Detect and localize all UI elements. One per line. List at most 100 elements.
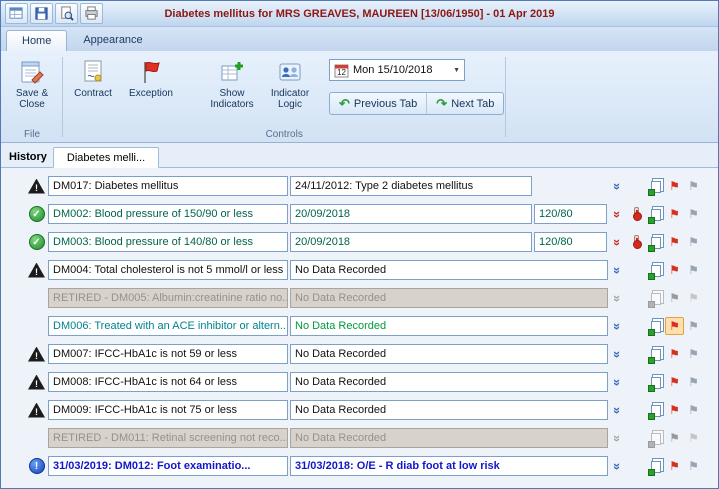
flag-gray-icon[interactable]: ⚑	[688, 432, 699, 445]
show-indicators-button[interactable]: Show Indicators	[204, 55, 260, 121]
template-button[interactable]	[5, 3, 28, 24]
flag-gray-icon[interactable]: ⚑	[688, 208, 699, 221]
indicator-result-cell[interactable]: No Data Recorded	[290, 372, 608, 392]
file-group: Save & Close File	[3, 52, 61, 142]
achieved-icon: ✓	[29, 234, 45, 250]
flag-icon[interactable]: ⚑	[669, 432, 680, 445]
expand-icon[interactable]: »	[611, 350, 624, 357]
indicator-row: RETIRED - DM011: Retinal screening not r…	[1, 428, 718, 448]
expand-icon[interactable]: »	[611, 406, 624, 413]
expand-icon[interactable]: »	[611, 322, 624, 329]
flag-gray-icon[interactable]: ⚑	[688, 404, 699, 417]
flag-icon[interactable]: ⚑	[669, 320, 680, 333]
tab-appearance[interactable]: Appearance	[67, 29, 158, 51]
indicator-row: ✓ DM003: Blood pressure of 140/80 or les…	[1, 232, 718, 252]
expand-icon[interactable]: »	[611, 378, 624, 385]
expand-icon[interactable]: »	[611, 238, 624, 245]
indicator-result-cell[interactable]: No Data Recorded	[290, 260, 608, 280]
expand-icon[interactable]: »	[611, 294, 624, 301]
flag-icon[interactable]: ⚑	[669, 404, 680, 417]
flag-icon[interactable]: ⚑	[669, 208, 680, 221]
indicator-name-cell[interactable]: 31/03/2019: DM012: Foot examinatio...	[48, 456, 288, 476]
indicator-name-cell[interactable]: RETIRED - DM005: Albumin:creatinine rati…	[48, 288, 288, 308]
flag-icon[interactable]: ⚑	[669, 348, 680, 361]
flag-icon[interactable]: ⚑	[669, 460, 680, 473]
flag-gray-icon[interactable]: ⚑	[688, 460, 699, 473]
copy-icon[interactable]	[651, 237, 661, 249]
indicator-name-cell[interactable]: DM009: IFCC-HbA1c is not 75 or less	[48, 400, 288, 420]
indicator-value-cell[interactable]: 120/80	[534, 204, 607, 224]
copy-icon[interactable]	[651, 349, 661, 361]
tab-nav-buttons: ↶ Previous Tab ↷ Next Tab	[329, 92, 504, 115]
copy-icon[interactable]	[651, 293, 661, 305]
copy-icon[interactable]	[651, 181, 661, 193]
indicator-result-cell[interactable]: 24/11/2012: Type 2 diabetes mellitus	[290, 176, 532, 196]
exception-button[interactable]: Exception	[123, 55, 179, 121]
indicator-result-cell[interactable]: 31/03/2018: O/E - R diab foot at low ris…	[290, 456, 608, 476]
indicator-name-cell[interactable]: DM007: IFCC-HbA1c is not 59 or less	[48, 344, 288, 364]
copy-icon[interactable]	[651, 377, 661, 389]
flag-gray-icon[interactable]: ⚑	[688, 264, 699, 277]
indicator-result-cell[interactable]: No Data Recorded	[290, 344, 608, 364]
indicator-value-cell[interactable]: 120/80	[534, 232, 607, 252]
indicator-row: ✓ DM002: Blood pressure of 150/90 or les…	[1, 204, 718, 224]
copy-icon[interactable]	[651, 321, 661, 333]
save-button[interactable]	[30, 3, 53, 24]
indicator-name-cell[interactable]: DM008: IFCC-HbA1c is not 64 or less	[48, 372, 288, 392]
indicator-name-cell[interactable]: DM002: Blood pressure of 150/90 or less	[48, 204, 288, 224]
flag-icon[interactable]: ⚑	[669, 180, 680, 193]
indicator-row: ! DM004: Total cholesterol is not 5 mmol…	[1, 260, 718, 280]
copy-icon[interactable]	[651, 461, 661, 473]
indicator-name-cell[interactable]: DM017: Diabetes mellitus	[48, 176, 288, 196]
thermometer-icon[interactable]	[634, 235, 639, 245]
expand-icon[interactable]: »	[611, 182, 624, 189]
window-title: Diabetes mellitus for MRS GREAVES, MAURE…	[1, 8, 718, 20]
flag-gray-icon[interactable]: ⚑	[688, 320, 699, 333]
controls-group: Contract Exception	[64, 52, 504, 142]
copy-icon[interactable]	[651, 265, 661, 277]
indicator-logic-button[interactable]: Indicator Logic	[262, 55, 318, 121]
copy-icon[interactable]	[651, 433, 661, 445]
row-actions: » ⚑ ⚑	[608, 401, 703, 419]
expand-icon[interactable]: »	[611, 266, 624, 273]
print-preview-button[interactable]	[55, 3, 78, 24]
indicator-result-cell[interactable]: No Data Recorded	[290, 288, 608, 308]
expand-icon[interactable]: »	[611, 462, 624, 469]
previous-tab-button[interactable]: ↶ Previous Tab	[330, 93, 426, 114]
contract-button[interactable]: Contract	[65, 55, 121, 121]
calendar-icon: 12	[334, 63, 349, 78]
copy-icon[interactable]	[651, 405, 661, 417]
save-close-button[interactable]: Save & Close	[4, 55, 60, 121]
print-button[interactable]	[80, 3, 103, 24]
flag-icon[interactable]: ⚑	[669, 236, 680, 249]
tab-home[interactable]: Home	[6, 30, 67, 51]
copy-icon[interactable]	[651, 209, 661, 221]
flag-gray-icon[interactable]: ⚑	[688, 292, 699, 305]
page-tab-strip: History Diabetes melli...	[1, 143, 718, 168]
tab-history[interactable]: History	[3, 147, 53, 167]
indicator-name-cell[interactable]: DM003: Blood pressure of 140/80 or less	[48, 232, 288, 252]
exception-label: Exception	[129, 88, 173, 99]
flag-gray-icon[interactable]: ⚑	[688, 236, 699, 249]
flag-icon[interactable]: ⚑	[669, 376, 680, 389]
next-tab-button[interactable]: ↷ Next Tab	[426, 93, 503, 114]
indicator-result-cell[interactable]: No Data Recorded	[290, 316, 608, 336]
indicator-result-cell[interactable]: 20/09/2018	[290, 232, 532, 252]
indicator-name-cell[interactable]: DM006: Treated with an ACE inhibitor or …	[48, 316, 288, 336]
indicator-result-cell[interactable]: No Data Recorded	[290, 428, 608, 448]
indicator-name-cell[interactable]: DM004: Total cholesterol is not 5 mmol/l…	[48, 260, 288, 280]
indicator-name-cell[interactable]: RETIRED - DM011: Retinal screening not r…	[48, 428, 288, 448]
flag-icon[interactable]: ⚑	[669, 264, 680, 277]
dropdown-arrow-icon[interactable]: ▼	[453, 67, 460, 74]
flag-gray-icon[interactable]: ⚑	[688, 180, 699, 193]
date-picker[interactable]: 12 Mon 15/10/2018 ▼	[329, 59, 465, 81]
thermometer-icon[interactable]	[634, 207, 639, 217]
expand-icon[interactable]: »	[611, 434, 624, 441]
flag-gray-icon[interactable]: ⚑	[688, 348, 699, 361]
expand-icon[interactable]: »	[611, 210, 624, 217]
flag-icon[interactable]: ⚑	[669, 292, 680, 305]
indicator-result-cell[interactable]: 20/09/2018	[290, 204, 532, 224]
flag-gray-icon[interactable]: ⚑	[688, 376, 699, 389]
tab-diabetes[interactable]: Diabetes melli...	[53, 147, 159, 168]
indicator-result-cell[interactable]: No Data Recorded	[290, 400, 608, 420]
